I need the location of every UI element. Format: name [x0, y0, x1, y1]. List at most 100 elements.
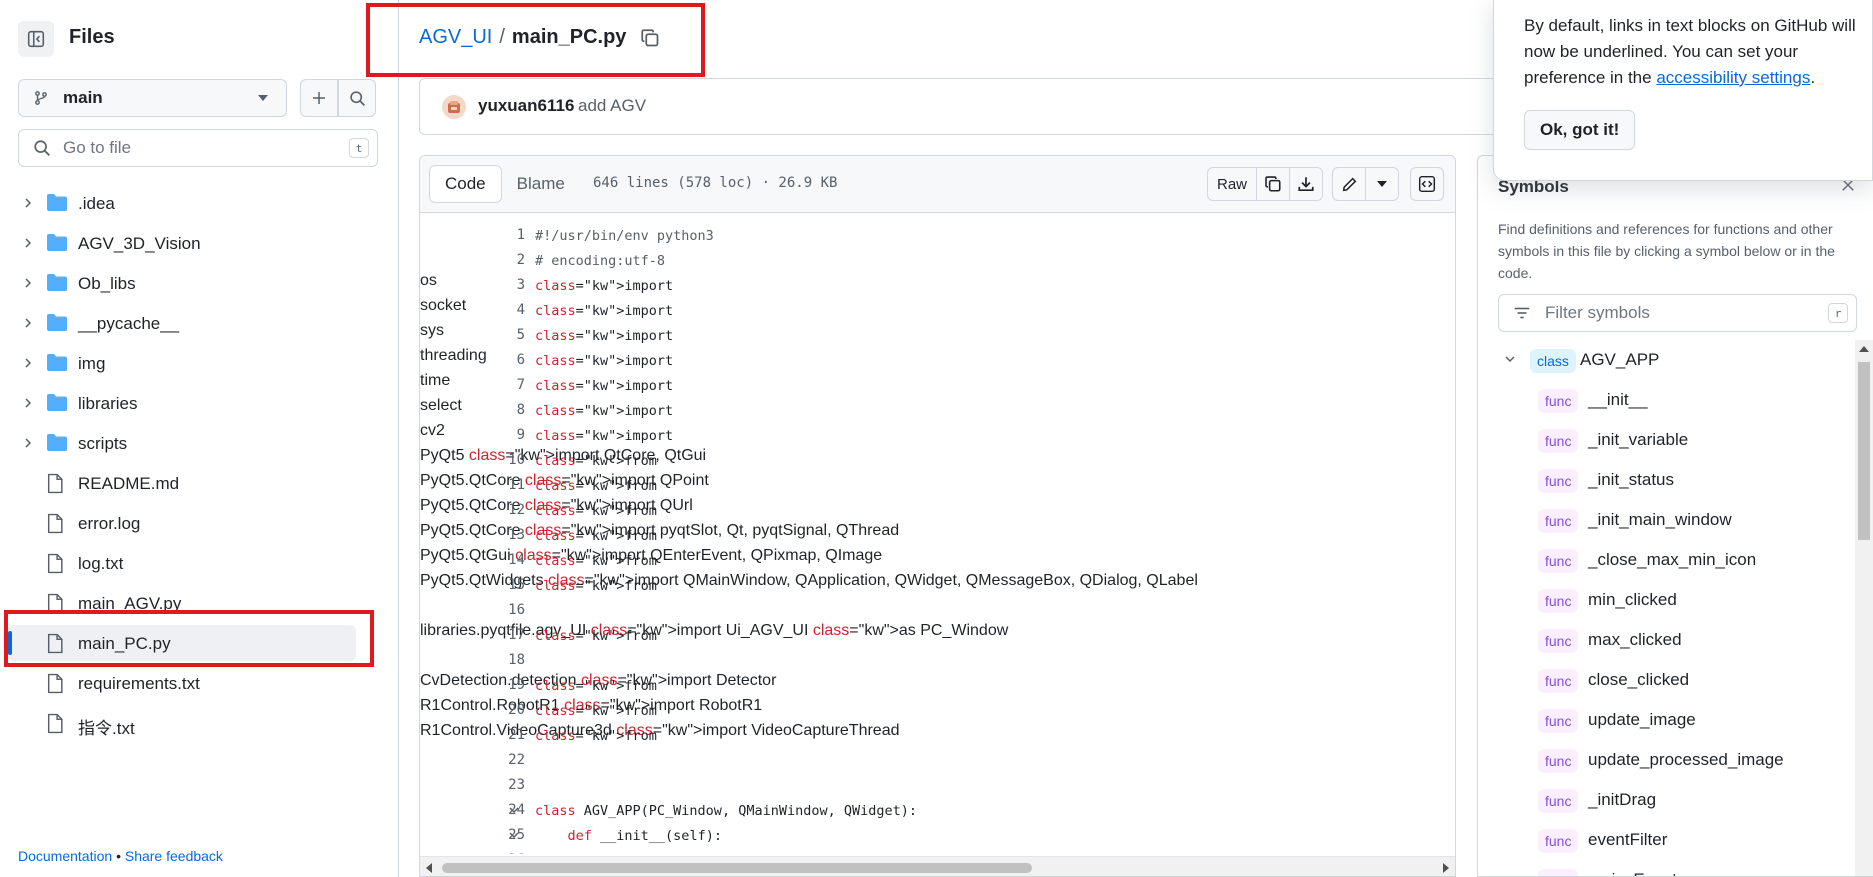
breadcrumb-repo-link[interactable]: AGV_UI [419, 26, 492, 49]
tree-folder[interactable]: img [0, 343, 399, 383]
tab-blame[interactable]: Blame [502, 165, 580, 203]
line-number[interactable]: 19 [465, 677, 525, 693]
chevron-right-icon[interactable] [22, 237, 34, 249]
tab-code[interactable]: Code [429, 165, 502, 203]
symbol-item[interactable]: func update_processed_image [1478, 740, 1838, 780]
chevron-right-icon[interactable] [22, 317, 34, 329]
scroll-up-icon[interactable] [1859, 346, 1869, 352]
edit-options-button[interactable] [1365, 167, 1399, 201]
line-number[interactable]: 20 [465, 702, 525, 718]
documentation-link[interactable]: Documentation [18, 848, 112, 864]
line-number[interactable]: 23 [465, 777, 525, 793]
line-number[interactable]: 6 [465, 352, 525, 368]
symbol-item[interactable]: func _initDrag [1478, 780, 1838, 820]
code-text: class="kw">import [535, 428, 674, 444]
chevron-down-icon[interactable] [1504, 354, 1516, 364]
code-line: 7 class="kw">import time [420, 372, 674, 394]
go-to-file-field[interactable]: t [18, 129, 378, 167]
symbol-item[interactable]: func __init__ [1478, 380, 1838, 420]
dismiss-popover-button[interactable]: Ok, got it! [1524, 110, 1636, 150]
symbol-item[interactable]: func _close_max_min_icon [1478, 540, 1838, 580]
accessibility-settings-link[interactable]: accessibility settings [1656, 68, 1810, 87]
tree-folder[interactable]: scripts [0, 423, 399, 463]
line-number[interactable]: 16 [465, 602, 525, 618]
symbols-scrollbar[interactable] [1855, 340, 1873, 876]
chevron-right-icon[interactable] [22, 197, 34, 209]
scrollbar-thumb[interactable] [1858, 362, 1870, 540]
tree-file[interactable]: log.txt [0, 543, 399, 583]
branch-selector[interactable]: main [18, 79, 287, 117]
line-number[interactable]: 14 [465, 552, 525, 568]
copy-raw-button[interactable] [1256, 167, 1290, 201]
tree-file[interactable]: main_PC.py [0, 623, 399, 663]
scroll-right-icon[interactable] [1443, 863, 1449, 873]
line-number[interactable]: 7 [465, 377, 525, 393]
symbol-item[interactable]: func eventFilter [1478, 820, 1838, 860]
line-number[interactable]: 9 [465, 427, 525, 443]
line-number[interactable]: 21 [465, 727, 525, 743]
line-number[interactable]: 4 [465, 302, 525, 318]
fold-chevron-icon[interactable] [508, 805, 520, 815]
commit-author[interactable]: yuxuan6116 [478, 96, 574, 116]
symbol-item[interactable]: func _init_status [1478, 460, 1838, 500]
tree-folder[interactable]: .idea [0, 183, 399, 223]
line-number[interactable]: 10 [465, 452, 525, 468]
line-number[interactable]: 15 [465, 577, 525, 593]
line-number[interactable]: 26 [465, 852, 525, 854]
copy-path-button[interactable] [640, 28, 660, 48]
line-number[interactable]: 11 [465, 477, 525, 493]
tree-file[interactable]: error.log [0, 503, 399, 543]
symbol-item[interactable]: func close_clicked [1478, 660, 1838, 700]
folder-icon [47, 194, 67, 211]
symbol-kind-badge: func [1538, 389, 1579, 413]
tree-file[interactable]: requirements.txt [0, 663, 399, 703]
line-number[interactable]: 12 [465, 502, 525, 518]
tree-file[interactable]: main_AGV.py [0, 583, 399, 623]
filter-symbols-input[interactable] [1545, 303, 1805, 323]
chevron-right-icon[interactable] [22, 277, 34, 289]
chevron-right-icon[interactable] [22, 437, 34, 449]
search-code-button[interactable] [338, 79, 376, 117]
tree-folder[interactable]: libraries [0, 383, 399, 423]
tree-folder[interactable]: __pycache__ [0, 303, 399, 343]
edit-file-button[interactable] [1332, 167, 1366, 201]
filter-symbols-field[interactable]: r [1498, 294, 1857, 332]
share-feedback-link[interactable]: Share feedback [125, 848, 223, 864]
symbol-item[interactable]: func max_clicked [1478, 620, 1838, 660]
fold-chevron-icon[interactable] [508, 830, 520, 840]
symbol-item[interactable]: func _init_main_window [1478, 500, 1838, 540]
scroll-left-icon[interactable] [426, 863, 432, 873]
line-number[interactable]: 22 [465, 752, 525, 768]
symbol-name: min_clicked [1588, 590, 1677, 609]
symbol-item[interactable]: class AGV_APP [1478, 340, 1838, 380]
line-number[interactable]: 5 [465, 327, 525, 343]
download-button[interactable] [1289, 167, 1323, 201]
avatar[interactable] [442, 95, 466, 119]
line-number[interactable]: 8 [465, 402, 525, 418]
line-number[interactable]: 17 [465, 627, 525, 643]
commit-message[interactable]: add AGV [578, 96, 646, 116]
line-number[interactable]: 3 [465, 277, 525, 293]
symbols-panel-toggle[interactable] [1410, 167, 1444, 201]
tree-folder[interactable]: AGV_3D_Vision [0, 223, 399, 263]
horizontal-scrollbar[interactable] [420, 856, 1455, 876]
line-number[interactable]: 1 [465, 227, 525, 243]
raw-button[interactable]: Raw [1207, 167, 1257, 201]
tree-file[interactable]: 指令.txt [0, 703, 399, 743]
go-to-file-input[interactable] [63, 138, 323, 158]
line-number[interactable]: 18 [465, 652, 525, 668]
symbol-item[interactable]: func min_clicked [1478, 580, 1838, 620]
collapse-sidebar-button[interactable] [18, 21, 54, 57]
tree-file[interactable]: README.md [0, 463, 399, 503]
symbol-item[interactable]: func resizeEvent [1478, 860, 1838, 876]
chevron-right-icon[interactable] [22, 397, 34, 409]
scrollbar-thumb[interactable] [442, 863, 1032, 873]
chevron-right-icon[interactable] [22, 357, 34, 369]
add-file-button[interactable] [300, 79, 338, 117]
tree-folder[interactable]: Ob_libs [0, 263, 399, 303]
symbol-item[interactable]: func update_image [1478, 700, 1838, 740]
line-number[interactable]: 13 [465, 527, 525, 543]
line-number[interactable]: 2 [465, 252, 525, 268]
code-line: 5 class="kw">import sys [420, 322, 674, 344]
symbol-item[interactable]: func _init_variable [1478, 420, 1838, 460]
